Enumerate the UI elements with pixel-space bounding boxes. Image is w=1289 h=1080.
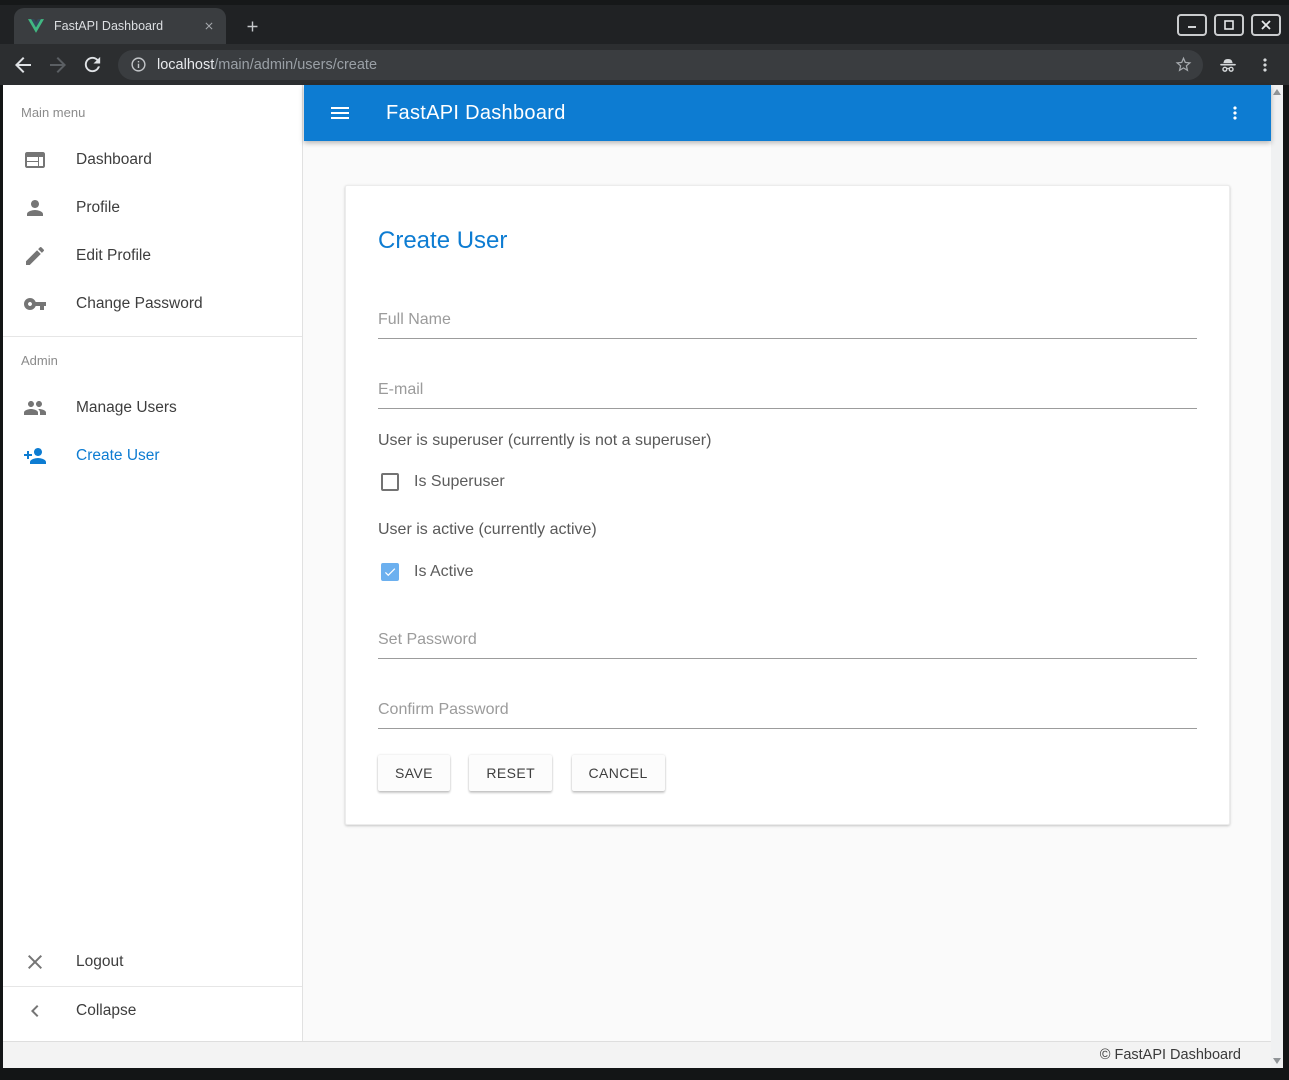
sidebar-divider [3,336,302,337]
sidebar-item-change-password[interactable]: Change Password [3,280,302,328]
sidebar-item-logout[interactable]: Logout [3,938,302,986]
url-bar[interactable]: localhost/main/admin/users/create [118,50,1203,80]
url-text[interactable]: localhost/main/admin/users/create [157,57,1174,73]
create-user-card: Create User User is superuser (currently… [345,185,1230,825]
person-add-icon [23,444,47,468]
pencil-icon [23,244,47,268]
page-title: Create User [378,227,1197,255]
page-content: Create User User is superuser (currently… [304,141,1271,1041]
window-maximize-button[interactable] [1214,14,1244,36]
new-tab-button[interactable] [238,12,266,40]
window-close-button[interactable] [1251,14,1281,36]
active-hint-text: User is active (currently active) [378,521,1197,539]
vertical-scrollbar[interactable] [1271,85,1283,1068]
vue-logo-icon [28,19,44,33]
sidebar-section-caption-main-menu: Main menu [21,106,302,120]
back-button-icon[interactable] [11,53,35,77]
browser-toolbar: localhost/main/admin/users/create [0,44,1289,85]
browser-menu-kebab-icon[interactable] [1255,55,1275,75]
site-info-icon[interactable] [130,56,147,73]
browser-tab[interactable]: FastAPI Dashboard [14,8,226,44]
app-title: FastAPI Dashboard [386,102,1225,125]
app-toolbar: FastAPI Dashboard [304,85,1271,141]
sidebar: Main menu Dashboard Profile Edit Profile [3,85,303,1041]
full-name-field [378,309,1197,339]
sidebar-item-label: Edit Profile [76,247,151,265]
save-button[interactable]: SAVE [378,755,450,791]
url-path: /main/admin/users/create [214,57,377,73]
is-active-checkbox[interactable] [381,563,399,581]
sidebar-item-dashboard[interactable]: Dashboard [3,136,302,184]
scroll-up-arrow-icon[interactable] [1273,89,1281,95]
sidebar-item-label: Collapse [76,1002,136,1020]
tab-title: FastAPI Dashboard [54,19,200,33]
sidebar-item-edit-profile[interactable]: Edit Profile [3,232,302,280]
app-menu-kebab-icon[interactable] [1225,103,1245,123]
page-body: Main menu Dashboard Profile Edit Profile [3,85,1283,1041]
sidebar-bottom: Logout Collapse [3,938,302,1041]
browser-tabstrip: FastAPI Dashboard [0,0,1289,44]
sidebar-item-label: Create User [76,447,160,465]
is-active-checkbox-label: Is Active [414,563,474,581]
window-controls [1177,14,1281,36]
sidebar-item-collapse[interactable]: Collapse [3,987,302,1035]
set-password-input[interactable] [378,629,1197,659]
bookmark-star-icon[interactable] [1174,55,1193,74]
content-area: FastAPI Dashboard Create User User is su… [304,85,1271,1041]
is-superuser-checkbox[interactable] [381,473,399,491]
sidebar-item-label: Dashboard [76,151,152,169]
sidebar-section-caption-admin: Admin [21,354,302,368]
people-icon [23,396,47,420]
close-x-icon [23,950,47,974]
key-icon [23,292,47,316]
sidebar-item-label: Manage Users [76,399,177,417]
sidebar-item-create-user[interactable]: Create User [3,432,302,480]
sidebar-item-label: Logout [76,953,123,971]
reload-button-icon[interactable] [81,53,105,77]
scroll-down-arrow-icon[interactable] [1273,1058,1281,1064]
confirm-password-input[interactable] [378,699,1197,729]
window-minimize-button[interactable] [1177,14,1207,36]
page-footer: © FastAPI Dashboard [3,1041,1271,1068]
confirm-password-field [378,699,1197,729]
copyright-text: © FastAPI Dashboard [1100,1047,1241,1063]
is-superuser-checkbox-label: Is Superuser [414,473,505,491]
full-name-input[interactable] [378,309,1197,339]
superuser-hint-text: User is superuser (currently is not a su… [378,432,1197,450]
hamburger-menu-icon[interactable] [328,101,352,125]
checkmark-icon [383,565,397,579]
reset-button[interactable]: RESET [469,755,552,791]
email-field [378,379,1197,409]
sidebar-item-label: Profile [76,199,120,217]
incognito-icon [1217,54,1239,76]
url-host: localhost [157,57,214,73]
browser-window: FastAPI Dashboard [0,0,1289,1080]
tab-close-icon[interactable] [200,17,218,35]
sidebar-item-profile[interactable]: Profile [3,184,302,232]
dashboard-icon [23,148,47,172]
form-actions: SAVE RESET CANCEL [378,755,1197,791]
is-active-checkbox-row: Is Active [378,563,1197,581]
chevron-left-icon [23,999,47,1023]
sidebar-item-label: Change Password [76,295,203,313]
forward-button-icon[interactable] [46,53,70,77]
email-input[interactable] [378,379,1197,409]
is-superuser-checkbox-row: Is Superuser [378,473,1197,491]
cancel-button[interactable]: CANCEL [572,755,665,791]
sidebar-item-manage-users[interactable]: Manage Users [3,384,302,432]
set-password-field [378,629,1197,659]
person-icon [23,196,47,220]
